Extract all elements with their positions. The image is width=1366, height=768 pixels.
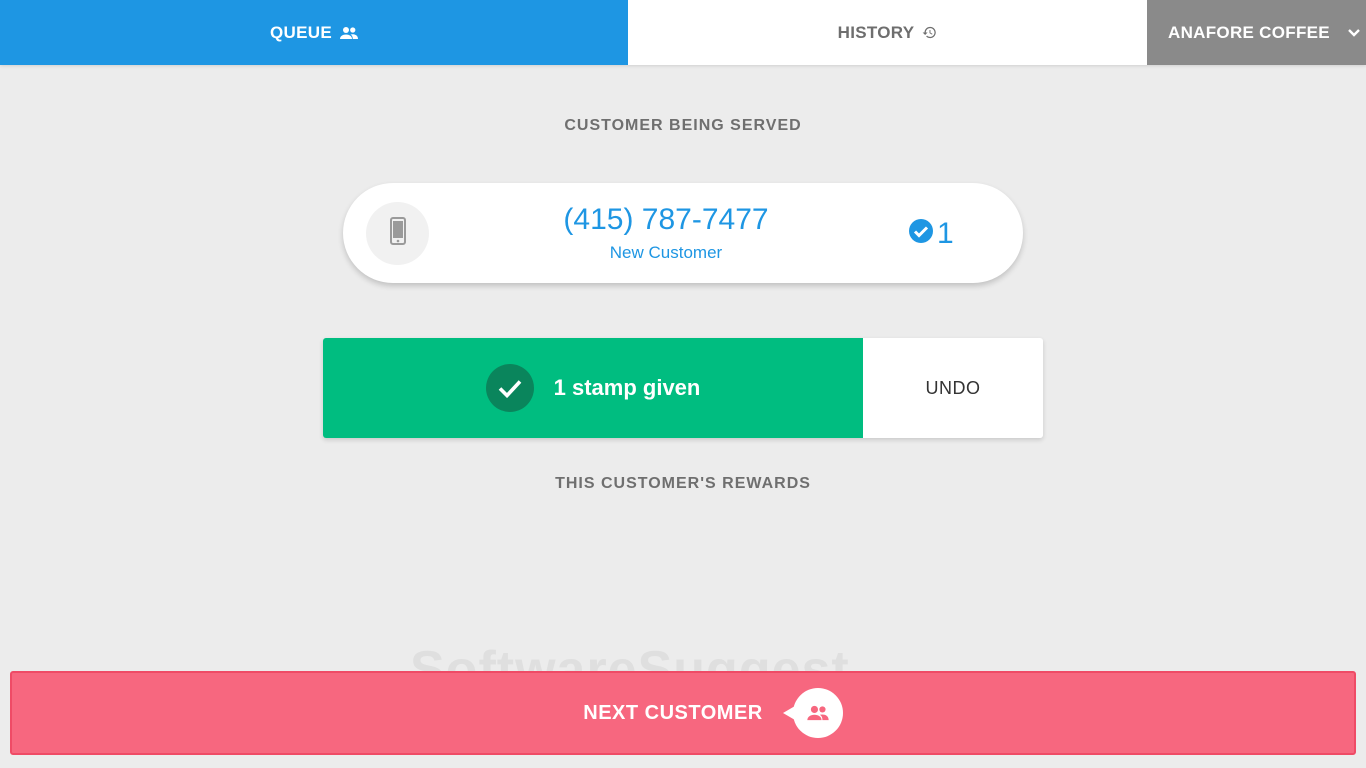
stamp-given-message: 1 stamp given [553, 375, 701, 400]
tab-queue-label: QUEUE [270, 22, 332, 42]
customer-status: New Customer [609, 243, 723, 262]
customer-card: (415) 787-7477 New Customer 1 [343, 183, 1023, 283]
top-nav: QUEUE HISTORY ANAFORE COFFEE [0, 0, 1366, 65]
stamp-given-panel: 1 stamp given [323, 338, 863, 438]
customer-phone-number: (415) 787-7477 [563, 203, 769, 236]
stamp-count: 1 [937, 216, 954, 250]
store-selector[interactable]: ANAFORE COFFEE [1147, 0, 1366, 65]
store-name: ANAFORE COFFEE [1168, 22, 1330, 42]
tab-queue[interactable]: QUEUE [0, 0, 628, 65]
history-icon [922, 25, 937, 40]
stamp-count-badge: 1 [908, 218, 954, 249]
next-customer-label: NEXT CUSTOMER [583, 701, 763, 724]
people-icon [339, 26, 358, 40]
undo-button[interactable]: UNDO [863, 338, 1043, 438]
rewards-section-title: THIS CUSTOMER'S REWARDS [555, 475, 811, 492]
tab-history-label: HISTORY [837, 22, 915, 42]
served-section-title: CUSTOMER BEING SERVED [564, 117, 802, 134]
chevron-down-icon [1348, 28, 1360, 37]
tab-history[interactable]: HISTORY [628, 0, 1147, 65]
people-icon [782, 688, 843, 738]
check-icon [485, 364, 534, 412]
check-badge-icon [908, 218, 934, 249]
next-customer-button[interactable]: NEXT CUSTOMER [10, 671, 1356, 755]
stamp-confirmation: 1 stamp given UNDO [323, 338, 1043, 438]
